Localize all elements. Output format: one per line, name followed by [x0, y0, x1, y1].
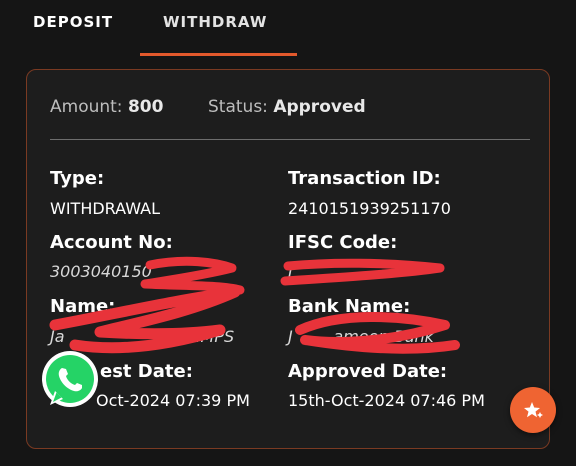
type-value: WITHDRAWAL — [50, 199, 161, 218]
tab-bar: DEPOSIT WITHDRAW — [0, 0, 576, 60]
transaction-id-label: Transaction ID: — [288, 168, 441, 189]
request-date-value: Oct-2024 07:39 PM — [96, 391, 250, 410]
status-summary: Status: Approved — [208, 97, 366, 117]
status-value: Approved — [273, 97, 366, 117]
whatsapp-button[interactable] — [36, 347, 104, 415]
account-no-value: 3003040150 — [50, 262, 152, 281]
name-value: Ja nk IMPS — [50, 327, 235, 346]
amount-label: Amount: — [50, 97, 123, 117]
request-date-label: est Date: — [100, 361, 193, 382]
bank-name-label: Bank Name: — [288, 296, 411, 317]
approved-date-value: 15th-Oct-2024 07:46 PM — [288, 391, 485, 410]
ifsc-code-label: IFSC Code: — [288, 232, 398, 253]
tab-deposit[interactable]: DEPOSIT — [33, 13, 113, 31]
amount-summary: Amount: 800 — [50, 97, 163, 117]
account-no-label: Account No: — [50, 232, 173, 253]
active-tab-indicator — [140, 53, 297, 56]
amount-value: 800 — [127, 97, 164, 117]
whatsapp-icon — [42, 351, 98, 407]
floating-action-button[interactable] — [510, 387, 556, 433]
name-label: Name: — [50, 296, 116, 317]
approved-date-label: Approved Date: — [288, 361, 448, 382]
bank-name-value: J ameen Bank — [288, 327, 434, 346]
tab-withdraw[interactable]: WITHDRAW — [163, 13, 267, 31]
ifsc-code-value: I — [288, 262, 293, 281]
star-sparkle-icon — [524, 402, 543, 418]
divider — [50, 139, 530, 140]
status-label: Status: — [208, 97, 268, 117]
type-label: Type: — [50, 168, 105, 189]
transaction-id-value: 2410151939251170 — [288, 199, 451, 218]
